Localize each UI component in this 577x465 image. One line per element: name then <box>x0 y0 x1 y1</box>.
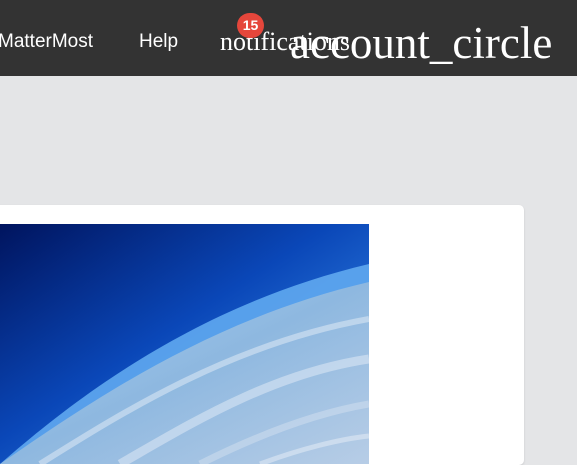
notification-count-badge: 15 <box>237 13 264 38</box>
account-circle-icon[interactable]: account_circle <box>290 18 552 68</box>
nav-link-help[interactable]: Help <box>139 30 178 54</box>
earth-from-stratosphere-image <box>0 224 369 464</box>
content-card <box>0 205 524 465</box>
nav-link-mattermost[interactable]: MatterMost <box>0 30 93 54</box>
top-navigation-bar: MatterMost Help notifications account_ci… <box>0 0 577 76</box>
